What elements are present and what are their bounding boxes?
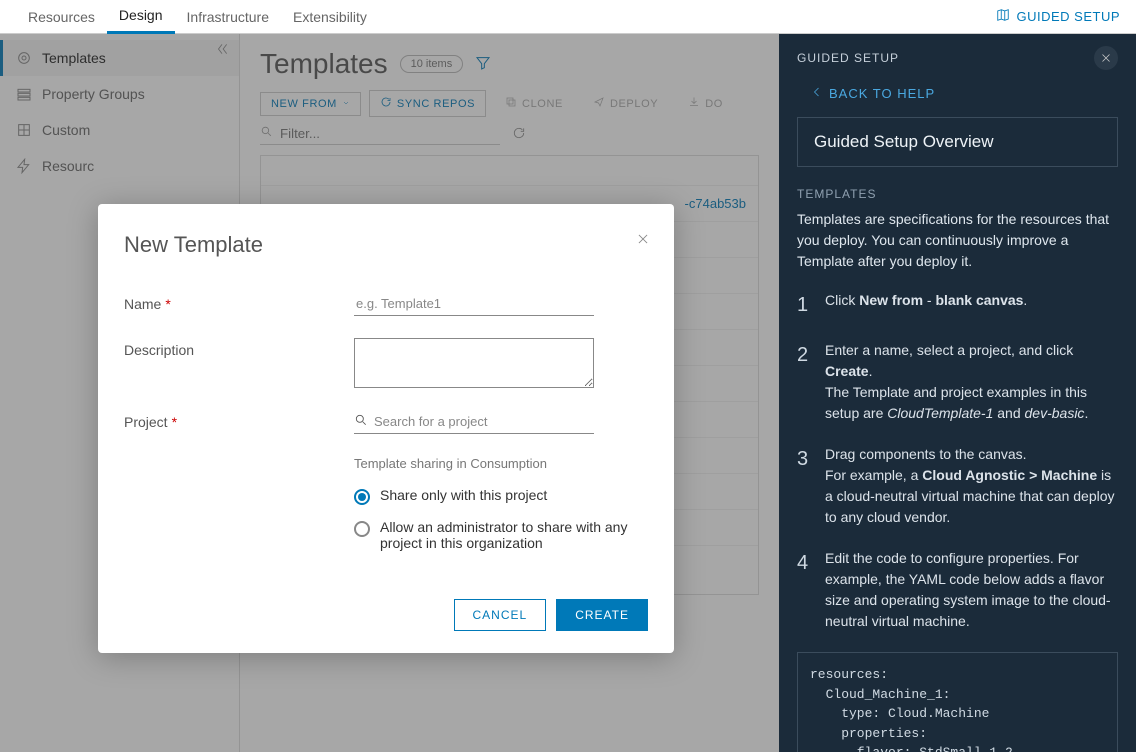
chevron-left-icon xyxy=(811,86,823,101)
project-search-input[interactable] xyxy=(354,410,594,434)
radio-unchecked-icon xyxy=(354,521,370,537)
guided-header: GUIDED SETUP xyxy=(797,51,899,65)
steps-list: 1 Click New from - blank canvas. 2 Enter… xyxy=(797,290,1118,632)
name-label: Name* xyxy=(124,292,354,312)
new-template-modal: New Template Name* Description Project* xyxy=(98,204,674,653)
step-1: Click New from - blank canvas. xyxy=(825,290,1027,320)
top-nav: Resources Design Infrastructure Extensib… xyxy=(0,0,1136,34)
guided-setup-link[interactable]: GUIDED SETUP xyxy=(996,8,1120,25)
project-label: Project* xyxy=(124,410,354,430)
radio-checked-icon xyxy=(354,489,370,505)
share-option-project[interactable]: Share only with this project xyxy=(354,487,648,505)
section-label: TEMPLATES xyxy=(797,187,1118,201)
tab-infrastructure[interactable]: Infrastructure xyxy=(175,1,281,33)
modal-close-icon[interactable] xyxy=(636,232,650,251)
sharing-heading: Template sharing in Consumption xyxy=(354,456,648,471)
share-option-admin[interactable]: Allow an administrator to share with any… xyxy=(354,519,648,551)
map-icon xyxy=(996,8,1010,25)
cancel-button[interactable]: CANCEL xyxy=(454,599,547,631)
name-input[interactable] xyxy=(354,292,594,316)
tab-resources[interactable]: Resources xyxy=(16,1,107,33)
section-desc: Templates are specifications for the res… xyxy=(797,209,1118,272)
yaml-code: resources: Cloud_Machine_1: type: Cloud.… xyxy=(797,652,1118,752)
modal-title: New Template xyxy=(124,232,648,258)
tab-extensibility[interactable]: Extensibility xyxy=(281,1,379,33)
overview-box[interactable]: Guided Setup Overview xyxy=(797,117,1118,167)
guided-close-icon[interactable] xyxy=(1094,46,1118,70)
back-to-help-link[interactable]: BACK TO HELP xyxy=(811,86,1118,101)
description-textarea[interactable] xyxy=(354,338,594,388)
search-icon xyxy=(354,413,368,430)
create-button[interactable]: CREATE xyxy=(556,599,648,631)
description-label: Description xyxy=(124,338,354,358)
tab-design[interactable]: Design xyxy=(107,0,175,34)
step-3: Drag components to the canvas. For examp… xyxy=(825,444,1118,528)
step-4: Edit the code to configure properties. F… xyxy=(825,548,1118,632)
step-2: Enter a name, select a project, and clic… xyxy=(825,340,1118,424)
guided-panel: GUIDED SETUP BACK TO HELP Guided Setup O… xyxy=(779,34,1136,752)
